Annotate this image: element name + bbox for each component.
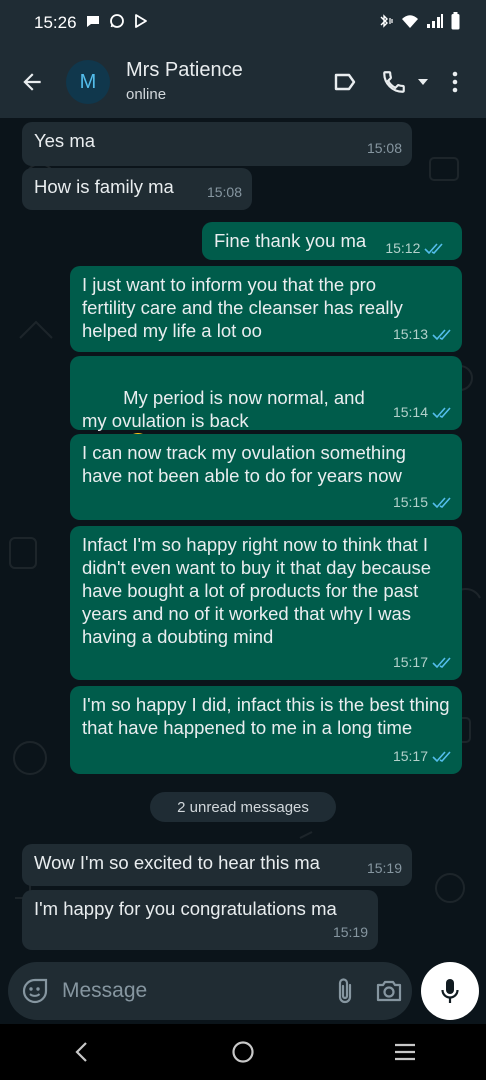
chat-screen: 15:26 M Mrs Patience online Yes ma 15:08… xyxy=(0,0,486,1080)
message-time: 15:17 xyxy=(392,654,428,670)
microphone-icon xyxy=(441,979,459,1003)
message-bubble-outgoing[interactable]: I'm so happy I did, infact this is the b… xyxy=(70,686,462,774)
label-button[interactable] xyxy=(322,60,368,104)
signal-icon xyxy=(426,13,444,34)
message-text: Infact I'm so happy right now to think t… xyxy=(82,534,437,647)
message-time: 15:14 xyxy=(392,404,428,420)
message-bubble-outgoing[interactable]: Fine thank you ma 15:12 xyxy=(202,222,462,260)
message-text: My period is now normal, and my ovulatio… xyxy=(82,387,370,431)
paperclip-icon xyxy=(338,978,352,1004)
double-check-read-icon xyxy=(432,406,451,418)
message-bubble-incoming[interactable]: How is family ma 15:08 xyxy=(22,168,252,210)
message-bubble-incoming[interactable]: Wow I'm so excited to hear this ma 15:19 xyxy=(22,844,412,886)
message-text: Fine thank you ma xyxy=(214,230,367,251)
status-bar: 15:26 xyxy=(0,0,486,46)
compose-bar xyxy=(0,958,486,1024)
back-arrow-icon xyxy=(23,73,41,91)
message-time: 15:12 xyxy=(385,240,421,256)
message-time: 15:08 xyxy=(366,140,402,156)
double-check-read-icon xyxy=(432,656,451,668)
attach-button[interactable] xyxy=(335,971,355,1011)
message-bubble-outgoing[interactable]: I just want to inform you that the pro f… xyxy=(70,266,462,352)
chat-header: M Mrs Patience online xyxy=(0,46,486,118)
unread-messages-divider: 2 unread messages xyxy=(150,792,336,822)
compose-field xyxy=(8,962,412,1020)
sticker-emoji-icon xyxy=(22,978,48,1004)
wifi-icon xyxy=(401,13,419,34)
contact-status: online xyxy=(126,86,167,103)
double-check-read-icon xyxy=(432,328,451,340)
system-nav-bar xyxy=(0,1024,486,1080)
avatar-letter: M xyxy=(79,70,97,93)
nav-home-button[interactable] xyxy=(213,1024,273,1080)
message-text: I'm happy for you congratulations ma xyxy=(34,898,337,919)
double-check-read-icon xyxy=(432,496,451,508)
more-vertical-icon xyxy=(452,71,458,93)
message-time: 15:15 xyxy=(392,494,428,510)
bluetooth-vibrate-icon xyxy=(376,13,394,34)
camera-button[interactable] xyxy=(375,971,403,1011)
message-time: 15:08 xyxy=(206,184,242,200)
unread-label: 2 unread messages xyxy=(177,798,309,816)
home-circle-icon xyxy=(232,1041,254,1063)
message-bubble-outgoing[interactable]: My period is now normal, and my ovulatio… xyxy=(70,356,462,457)
message-time: 15:19 xyxy=(366,860,402,876)
message-text: Yes ma xyxy=(34,130,96,151)
message-time: 15:13 xyxy=(392,326,428,342)
whatsapp-icon xyxy=(109,13,125,34)
message-text: I'm so happy I did, infact this is the b… xyxy=(82,694,455,738)
phone-icon xyxy=(383,71,405,93)
contact-name: Mrs Patience xyxy=(126,59,243,81)
play-store-icon xyxy=(133,13,149,34)
menu-lines-icon xyxy=(395,1043,415,1061)
caret-down-icon xyxy=(418,79,428,85)
message-bubble-outgoing[interactable]: I can now track my ovulation something h… xyxy=(70,434,462,520)
back-button[interactable] xyxy=(4,54,60,110)
nav-recents-button[interactable] xyxy=(375,1024,435,1080)
avatar[interactable]: M xyxy=(66,60,110,104)
double-check-read-icon xyxy=(424,242,443,254)
call-dropdown-button[interactable] xyxy=(414,60,432,104)
message-bubble-incoming[interactable]: Yes ma 15:08 xyxy=(22,122,412,166)
label-tag-icon xyxy=(334,73,356,91)
contact-info[interactable]: Mrs Patience online xyxy=(126,58,243,106)
camera-icon xyxy=(376,980,402,1002)
more-options-button[interactable] xyxy=(438,60,472,104)
message-bubble-outgoing[interactable]: Infact I'm so happy right now to think t… xyxy=(70,526,462,680)
message-text: I can now track my ovulation something h… xyxy=(82,442,412,486)
call-button[interactable] xyxy=(374,60,414,104)
message-bubble-incoming[interactable]: I'm happy for you congratulations ma 15:… xyxy=(22,890,378,950)
message-input[interactable] xyxy=(60,970,335,1012)
voice-message-button[interactable] xyxy=(421,962,479,1020)
message-text: How is family ma xyxy=(34,176,174,197)
message-time: 15:19 xyxy=(332,924,368,940)
double-check-read-icon xyxy=(432,750,451,762)
battery-icon xyxy=(451,11,460,35)
sticker-button[interactable] xyxy=(22,976,48,1006)
chat-bubble-icon xyxy=(85,13,101,34)
status-time: 15:26 xyxy=(34,13,77,32)
message-time: 15:17 xyxy=(392,748,428,764)
nav-back-button[interactable] xyxy=(51,1024,111,1080)
message-list[interactable]: Yes ma 15:08 How is family ma 15:08 Fine… xyxy=(0,118,486,958)
chevron-left-icon xyxy=(75,1042,87,1062)
message-text: Wow I'm so excited to hear this ma xyxy=(34,852,320,873)
